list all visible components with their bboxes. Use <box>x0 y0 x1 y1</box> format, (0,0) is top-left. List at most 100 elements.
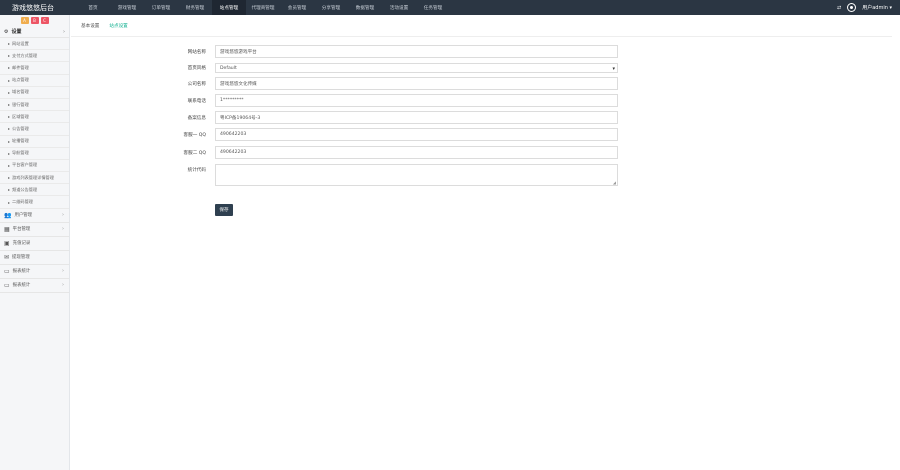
sidebar-section-label: 设置 <box>11 29 22 35</box>
sidebar-item[interactable]: ▸ 域名管理 <box>0 87 69 99</box>
sidebar: ABC ⚙ 设置 › ▸ 网站设置 ▸ 支付方式管理 ▸ 邮件管理 ▸ 站点管理 ▸ 域名管理 ▸ 银… <box>0 15 70 470</box>
sidebar-group[interactable]: ▭ 报表统计 › <box>0 265 69 279</box>
sidebar-section-settings[interactable]: ⚙ 设置 › <box>0 26 69 38</box>
quick-button[interactable]: A <box>20 17 29 24</box>
text-field[interactable]: 1********* <box>215 94 618 107</box>
bullet-icon: ▸ <box>8 187 11 193</box>
bullet-icon: ▸ <box>8 77 11 83</box>
menu-icon: ▭ <box>4 267 10 275</box>
top-right-area: ⇄ 用户admin ▾ <box>837 0 892 15</box>
style-select[interactable]: Default <box>215 63 618 73</box>
sidebar-item-label: 银行管理 <box>12 101 29 107</box>
sidebar-group-label: 提现管理 <box>12 255 30 261</box>
menu-icon: ▦ <box>4 225 10 233</box>
chevron-right-icon: › <box>62 212 64 219</box>
sidebar-group[interactable]: ▦ 平台管理 › <box>0 223 69 237</box>
sidebar-item[interactable]: ▸ 导航管理 <box>0 148 69 160</box>
user-menu[interactable]: 用户admin ▾ <box>862 4 892 11</box>
sidebar-item[interactable]: ▸ 游戏列表管理详情管理 <box>0 172 69 185</box>
sidebar-item-label: 域名管理 <box>12 89 29 95</box>
nav-item[interactable]: 会员管理 <box>280 0 314 15</box>
field-label: 客服二 QQ <box>183 151 206 156</box>
stats-code-textarea[interactable]: ◢ <box>215 164 618 186</box>
sidebar-item[interactable]: ▸ 公告管理 <box>0 123 69 136</box>
sidebar-group-label: 用户管理 <box>14 213 33 219</box>
chevron-right-icon: › <box>62 226 64 233</box>
quick-button[interactable]: B <box>30 17 39 24</box>
bullet-icon: ▸ <box>8 150 11 156</box>
sidebar-group[interactable]: ▣ 充值记录 <box>0 237 69 251</box>
sidebar-item[interactable]: ▸ 区域管理 <box>0 111 69 124</box>
text-field[interactable]: 490642203 <box>215 128 618 141</box>
bullet-icon: ▸ <box>8 41 11 47</box>
resize-handle-icon[interactable]: ◢ <box>613 180 616 185</box>
field-label: 联系电话 <box>187 99 206 104</box>
nav-item[interactable]: 任务管理 <box>416 0 450 15</box>
sidebar-item[interactable]: ▸ 网站设置 <box>0 38 69 51</box>
nav-item[interactable]: 分享管理 <box>314 0 348 15</box>
sidebar-item-label: 站点管理 <box>12 77 29 83</box>
sidebar-group-label: 充值记录 <box>12 241 31 247</box>
field-label: 网站名称 <box>187 50 206 55</box>
tab[interactable]: 基本设置 <box>81 15 99 37</box>
bullet-icon: ▸ <box>8 175 11 181</box>
sidebar-item[interactable]: ▸ 邮件管理 <box>0 62 69 75</box>
save-button[interactable]: 保存 <box>215 204 233 216</box>
sidebar-item[interactable]: ▸ 支付方式管理 <box>0 50 69 63</box>
nav-item[interactable]: 数据管理 <box>348 0 382 15</box>
sidebar-item[interactable]: ▸ 二维码管理 <box>0 196 69 209</box>
menu-icon: ▣ <box>4 239 10 247</box>
sidebar-item-label: 公告管理 <box>12 125 29 131</box>
field-label: 首页风格 <box>187 66 206 71</box>
main-content: 基本设置站点设置 保存 网站名称 游戏悠悠游戏平台首页风格 Default 公司名称 游… <box>71 15 900 470</box>
nav-item[interactable]: 首页 <box>76 0 110 15</box>
text-field[interactable]: 游戏悠悠文化传媒 <box>215 77 618 90</box>
nav-item[interactable]: 活动设置 <box>382 0 416 15</box>
sidebar-item-label: 轮播管理 <box>12 138 29 144</box>
sidebar-item-label: 频道公告管理 <box>12 186 38 192</box>
sidebar-item-label: 支付方式管理 <box>12 52 38 58</box>
sidebar-group[interactable]: ▭ 报表统计 › <box>0 279 69 293</box>
sidebar-item-label: 导航管理 <box>12 150 29 156</box>
sidebar-item-label: 平台客户管理 <box>12 162 38 168</box>
sidebar-group[interactable]: 👥 用户管理 › <box>0 209 69 223</box>
nav-item[interactable]: 财务管理 <box>178 0 212 15</box>
sidebar-item-label: 网站设置 <box>12 40 29 46</box>
sidebar-group-label: 平台管理 <box>12 227 31 233</box>
nav-item[interactable]: 订单管理 <box>144 0 178 15</box>
nav-item[interactable]: 站点管理 <box>212 0 246 15</box>
quick-button[interactable]: C <box>40 17 49 24</box>
main-nav: 首页 游戏管理 订单管理 财务管理 站点管理 代理商管理 会员管理 分享管理 数据管理 活动设置任… <box>76 0 450 15</box>
top-navbar: 游戏悠悠后台 首页 游戏管理 订单管理 财务管理 站点管理 代理商管理 会员管理 分享管理 数据… <box>0 0 900 15</box>
text-field[interactable]: 粤ICP备19064号-3 <box>215 111 618 124</box>
bullet-icon: ▸ <box>8 53 11 59</box>
sidebar-item[interactable]: ▸ 频道公告管理 <box>0 184 69 197</box>
chevron-right-icon: › <box>62 268 64 275</box>
sidebar-group-label: 报表统计 <box>12 269 31 275</box>
tab[interactable]: 站点设置 <box>109 15 127 37</box>
refresh-icon[interactable]: ⇄ <box>837 5 841 11</box>
nav-item[interactable]: 代理商管理 <box>246 0 280 15</box>
app-title: 游戏悠悠后台 <box>12 3 54 12</box>
sidebar-group-label: 报表统计 <box>12 283 31 289</box>
sidebar-item-label: 二维码管理 <box>12 199 33 205</box>
sidebar-item-label: 邮件管理 <box>12 64 29 70</box>
sidebar-item[interactable]: ▸ 平台客户管理 <box>0 160 69 173</box>
sidebar-item[interactable]: ▸ 银行管理 <box>0 99 69 112</box>
avatar[interactable] <box>847 3 857 12</box>
sidebar-group[interactable]: ✉ 提现管理 <box>0 251 69 265</box>
sidebar-item[interactable]: ▸ 站点管理 <box>0 75 69 87</box>
text-field[interactable]: 490642203 <box>215 146 618 159</box>
nav-item[interactable]: 游戏管理 <box>110 0 144 15</box>
menu-icon: 👥 <box>4 211 12 219</box>
sidebar-item[interactable]: ▸ 轮播管理 <box>0 136 69 148</box>
text-field[interactable]: 游戏悠悠游戏平台 <box>215 45 618 58</box>
tab-bar: 基本设置 站点设置 <box>71 15 892 37</box>
bullet-icon: ▸ <box>8 89 11 95</box>
bullet-icon: ▸ <box>8 102 11 108</box>
bullet-icon: ▸ <box>8 114 11 120</box>
menu-icon: ✉ <box>4 253 10 261</box>
sidebar-group-list: 👥 用户管理 › ▦ 平台管理 › ▣ 充值记录 ✉ 提现管理 ▭ 报表统计 › ▭ 报表统计 › <box>0 209 69 293</box>
bullet-icon: ▸ <box>8 126 11 132</box>
user-icon <box>850 6 854 9</box>
